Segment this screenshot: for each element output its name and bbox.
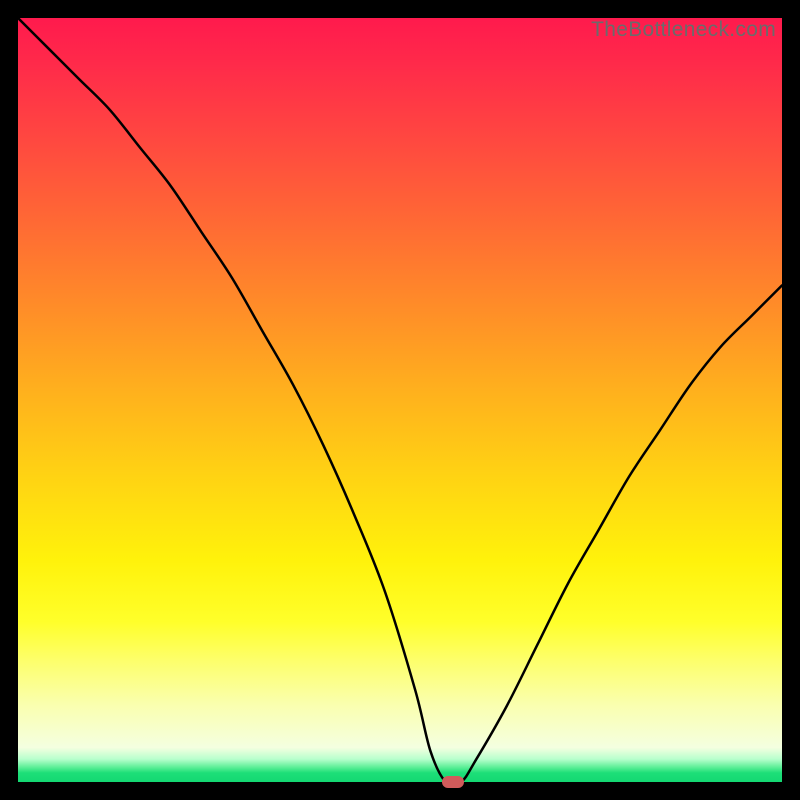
bottleneck-curve [18,18,782,782]
optimal-point-marker [442,776,464,788]
chart-frame: TheBottleneck.com [0,0,800,800]
curve-path [18,18,782,782]
chart-plot-area: TheBottleneck.com [18,18,782,782]
